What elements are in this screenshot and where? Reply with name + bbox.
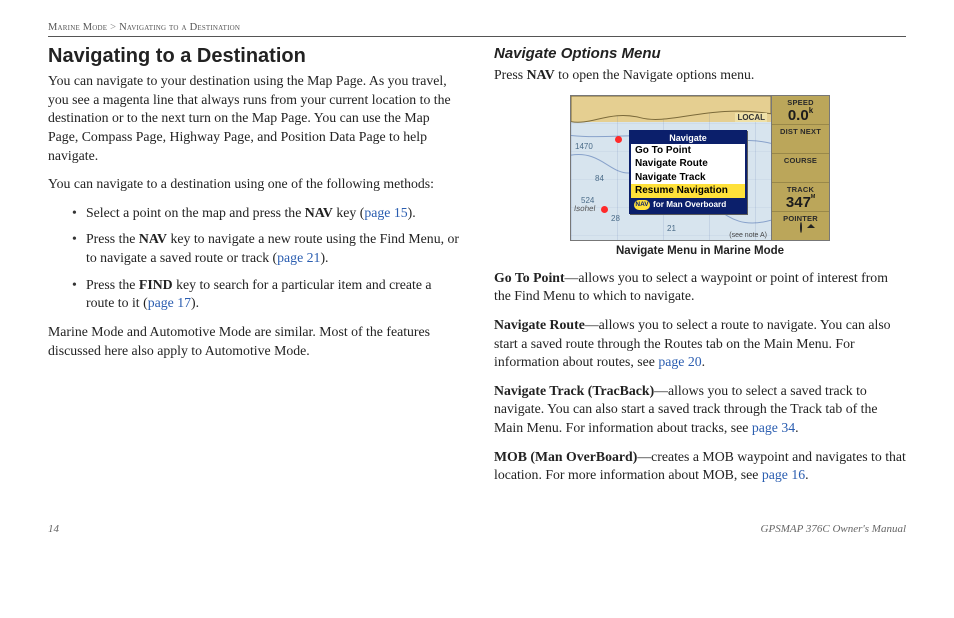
field-course: COURSE	[772, 154, 829, 183]
header-subsection: Navigating to a Destination	[119, 22, 240, 33]
content-columns: Navigating to a Destination You can navi…	[48, 45, 906, 495]
map-note: (see note A)	[729, 232, 767, 239]
intro-right: Press NAV to open the Navigate options m…	[494, 66, 906, 85]
pointer-icon	[800, 222, 802, 233]
field-dist-next: DIST NEXT	[772, 125, 829, 154]
section-title: Navigating to a Destination	[48, 45, 460, 68]
def-navigate-route: Navigate Route—allows you to select a ro…	[494, 316, 906, 372]
nav-key: NAV	[527, 67, 555, 82]
local-badge: LOCAL	[735, 113, 767, 122]
page-link-17[interactable]: page 17	[148, 295, 191, 310]
field-pointer: POINTER	[772, 212, 829, 240]
popup-item-label: for Man Overboard	[653, 200, 726, 209]
subheading: Navigate Options Menu	[494, 45, 906, 62]
popup-item-navigate-track[interactable]: Navigate Track	[631, 171, 745, 185]
mode-note: Marine Mode and Automotive Mode are simi…	[48, 323, 460, 360]
popup-item-navigate-route[interactable]: Navigate Route	[631, 157, 745, 171]
field-speed: SPEED 0.0k	[772, 96, 829, 125]
figure-caption: Navigate Menu in Marine Mode	[616, 245, 784, 257]
field-track: TRACK 347ᴹ	[772, 183, 829, 212]
popup-item-resume-navigation[interactable]: Resume Navigation	[631, 184, 745, 198]
nav-key: NAV	[305, 205, 333, 220]
page-link-21[interactable]: page 21	[277, 250, 320, 265]
page-link-15[interactable]: page 15	[364, 205, 407, 220]
popup-header: Navigate	[631, 132, 745, 144]
def-go-to-point: Go To Point—allows you to select a waypo…	[494, 269, 906, 306]
def-mob: MOB (Man OverBoard)—creates a MOB waypoi…	[494, 448, 906, 485]
nav-pill-icon: NAV	[634, 200, 650, 210]
map-marker-icon	[615, 136, 622, 143]
page-link-16[interactable]: page 16	[762, 467, 805, 482]
page-link-34[interactable]: page 34	[752, 420, 795, 435]
header-section: Marine Mode	[48, 22, 107, 33]
running-header: Marine Mode > Navigating to a Destinatio…	[48, 22, 906, 37]
map-marker-icon	[601, 206, 608, 213]
manual-title: GPSMAP 376C Owner's Manual	[761, 523, 906, 535]
gps-screenshot: 1470 84 524 28 21 LOCAL (see note A) Iso…	[570, 95, 830, 241]
popup-item-go-to-point[interactable]: Go To Point	[631, 144, 745, 158]
nav-key: NAV	[139, 231, 167, 246]
map-label: Isohel	[573, 204, 596, 213]
page-number: 14	[48, 523, 59, 535]
depth-reading: 1470	[575, 142, 593, 151]
navigate-popup: Navigate Go To Point Navigate Route Navi…	[629, 130, 747, 214]
header-sep: >	[110, 22, 116, 33]
page-link-20[interactable]: page 20	[658, 354, 701, 369]
depth-reading: 84	[595, 174, 604, 183]
list-item: Select a point on the map and press the …	[72, 204, 460, 223]
intro-paragraph-2: You can navigate to a destination using …	[48, 175, 460, 194]
methods-list: Select a point on the map and press the …	[48, 204, 460, 313]
list-item: Press the NAV key to navigate a new rout…	[72, 230, 460, 267]
depth-reading: 28	[611, 214, 620, 223]
figure: 1470 84 524 28 21 LOCAL (see note A) Iso…	[494, 95, 906, 257]
list-item: Press the FIND key to search for a parti…	[72, 276, 460, 313]
popup-item-mob[interactable]: NAV for Man Overboard	[631, 198, 745, 212]
intro-paragraph-1: You can navigate to your destination usi…	[48, 72, 460, 165]
right-column: Navigate Options Menu Press NAV to open …	[494, 45, 906, 495]
left-column: Navigating to a Destination You can navi…	[48, 45, 460, 495]
gps-map-area: 1470 84 524 28 21 LOCAL (see note A) Iso…	[571, 96, 771, 240]
def-navigate-track: Navigate Track (TracBack)—allows you to …	[494, 382, 906, 438]
depth-reading: 21	[667, 224, 676, 233]
find-key: FIND	[139, 277, 173, 292]
gps-sidebar: SPEED 0.0k DIST NEXT COURSE TRACK 347ᴹ	[771, 96, 829, 240]
page: Marine Mode > Navigating to a Destinatio…	[0, 0, 954, 553]
page-footer: 14 GPSMAP 376C Owner's Manual	[48, 523, 906, 535]
